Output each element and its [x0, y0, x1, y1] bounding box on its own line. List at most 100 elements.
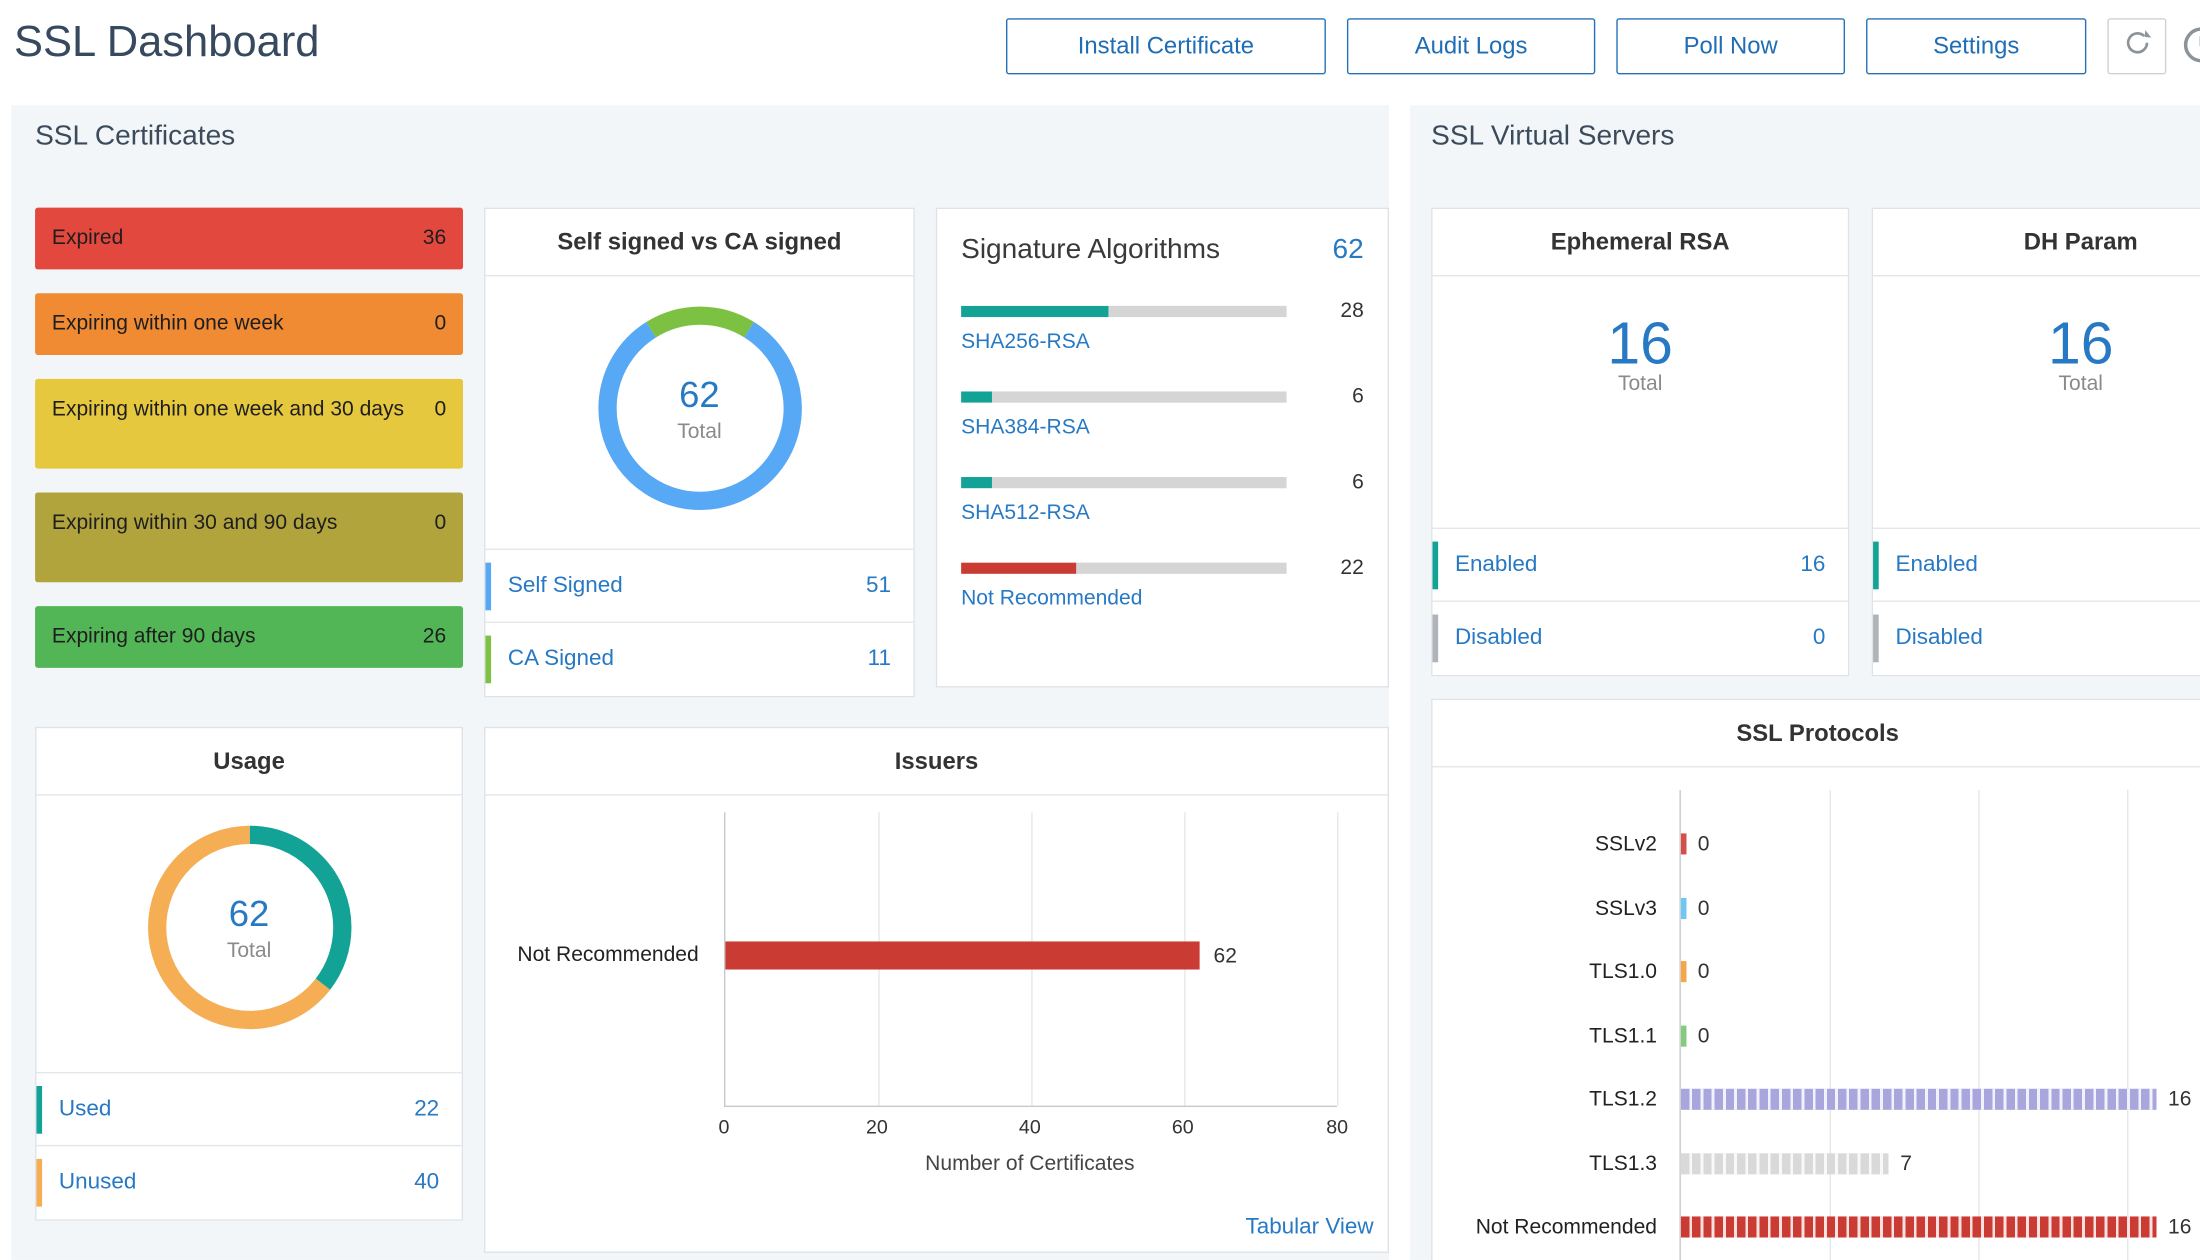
legend-value: 16 — [1800, 552, 1825, 577]
bar-value: 0 — [1698, 960, 1710, 984]
legend-row-ca-signed[interactable]: CA Signed 11 — [485, 622, 913, 696]
expiry-value: 0 — [434, 309, 446, 338]
donut-center: 62 Total — [587, 296, 811, 520]
legend-row-used[interactable]: Used 22 — [36, 1072, 461, 1145]
expiry-label: Expired — [52, 223, 412, 252]
ssl-certificates-section-title: SSL Certificates — [35, 121, 235, 153]
bar-value: 0 — [1698, 1024, 1710, 1048]
gridline — [1337, 812, 1338, 1105]
protocol-row: 16 — [1681, 1068, 2200, 1132]
bar-fill — [961, 305, 1108, 316]
dh-param-legend: Enabled Disabled — [1873, 528, 2200, 675]
ssl-dashboard-page: SSL Dashboard Install Certificate Audit … — [0, 0, 2200, 1260]
total-count: 16 — [1433, 313, 1848, 375]
ssl-protocols-card: SSL Protocols SSLv2 SSLv3 TLS1.0 TLS1.1 … — [1431, 699, 2200, 1260]
bar-value: 6 — [1287, 470, 1364, 494]
legend-value: 22 — [414, 1096, 439, 1121]
sig-row-sha256: 28 SHA256-RSA — [961, 299, 1364, 355]
bar-fill — [961, 476, 992, 487]
sig-algo-link[interactable]: Not Recommended — [961, 586, 1142, 610]
x-tick: 40 — [1019, 1115, 1041, 1137]
legend-row-disabled[interactable]: Disabled 0 — [1433, 601, 1848, 675]
x-axis-label: Number of Certificates — [925, 1152, 1134, 1176]
legend-label: Used — [59, 1096, 111, 1121]
protocol-row: 7 — [1681, 1132, 2200, 1196]
protocol-bar — [1681, 961, 1687, 982]
signature-algorithms-header: Signature Algorithms 62 — [961, 234, 1364, 266]
sig-row-sha512: 6 SHA512-RSA — [961, 470, 1364, 526]
expiry-value: 26 — [423, 622, 446, 651]
bar-value: 6 — [1287, 384, 1364, 408]
total-count: 62 — [1333, 234, 1364, 266]
total-label: Total — [677, 420, 721, 444]
total-label: Total — [1873, 372, 2200, 396]
sig-algo-link[interactable]: SHA512-RSA — [961, 501, 1090, 525]
bar-fill — [961, 391, 992, 402]
protocol-row: 0 — [1681, 876, 2200, 940]
legend-row-enabled[interactable]: Enabled 16 — [1433, 528, 1848, 601]
self-signed-vs-ca-card: Self signed vs CA signed 62 Total Self S… — [484, 208, 915, 698]
legend-label: Disabled — [1455, 626, 1542, 651]
clock-icon — [2180, 23, 2200, 72]
clock-button[interactable] — [2180, 22, 2200, 73]
expiry-label: Expiring within 30 and 90 days — [52, 508, 423, 537]
poll-now-button[interactable]: Poll Now — [1616, 18, 1845, 74]
expiry-value: 36 — [423, 223, 446, 252]
bar-value: 62 — [1213, 944, 1236, 968]
refresh-button[interactable] — [2107, 18, 2166, 74]
bar-value: 0 — [1698, 896, 1710, 920]
self-signed-donut-chart: 62 Total — [587, 296, 811, 520]
expiry-label: Expiring within one week — [52, 309, 423, 338]
page-title: SSL Dashboard — [14, 17, 319, 68]
sig-row-sha384: 6 SHA384-RSA — [961, 384, 1364, 440]
expiry-label: Expiring within one week and 30 days — [52, 394, 423, 423]
protocol-bar — [1681, 898, 1687, 919]
bar-value: 0 — [1698, 832, 1710, 856]
tabular-view-link[interactable]: Tabular View — [1245, 1215, 1373, 1240]
legend-row-self-signed[interactable]: Self Signed 51 — [485, 549, 913, 622]
bar-value: 16 — [2168, 1088, 2191, 1112]
expiry-row-week-to-30[interactable]: Expiring within one week and 30 days 0 — [35, 379, 463, 469]
legend-row-unused[interactable]: Unused 40 — [36, 1145, 461, 1219]
install-certificate-button[interactable]: Install Certificate — [1006, 18, 1326, 74]
legend-value: 51 — [866, 573, 891, 598]
expiry-row-30-to-90[interactable]: Expiring within 30 and 90 days 0 — [35, 492, 463, 582]
audit-logs-button[interactable]: Audit Logs — [1347, 18, 1595, 74]
sig-algo-link[interactable]: SHA384-RSA — [961, 415, 1090, 439]
legend-row-enabled[interactable]: Enabled — [1873, 528, 2200, 601]
expiry-row-expired[interactable]: Expired 36 — [35, 208, 463, 270]
usage-legend: Used 22 Unused 40 — [36, 1072, 461, 1219]
protocol-bar — [1681, 834, 1687, 855]
screenshot-viewport: SSL Dashboard Install Certificate Audit … — [0, 0, 2200, 1260]
ssl-virtual-servers-section-title: SSL Virtual Servers — [1431, 121, 1674, 153]
legend-value: 40 — [414, 1170, 439, 1195]
legend-accent — [36, 1159, 42, 1207]
total-count: 62 — [679, 373, 720, 416]
card-title: Signature Algorithms — [961, 234, 1332, 266]
legend-label: Disabled — [1896, 626, 1983, 651]
issuers-card: Issuers Not Recommended 62 0 20 40 60 80… — [484, 727, 1389, 1253]
sig-algo-link[interactable]: SHA256-RSA — [961, 330, 1090, 354]
settings-button[interactable]: Settings — [1866, 18, 2086, 74]
expiry-row-after-90[interactable]: Expiring after 90 days 26 — [35, 606, 463, 668]
issuers-bar — [725, 941, 1199, 969]
expiry-label: Expiring after 90 days — [52, 622, 412, 651]
x-tick: 60 — [1172, 1115, 1194, 1137]
ephemeral-rsa-legend: Enabled 16 Disabled 0 — [1433, 528, 1848, 675]
x-tick: 20 — [866, 1115, 888, 1137]
legend-label: Self Signed — [508, 573, 623, 598]
x-tick: 80 — [1326, 1115, 1348, 1137]
protocol-row: 0 — [1681, 812, 2200, 876]
legend-label: Enabled — [1896, 552, 1978, 577]
bar-value: 7 — [1900, 1152, 1912, 1176]
card-title: DH Param — [1873, 209, 2200, 276]
protocol-bar — [1681, 1153, 1889, 1174]
legend-row-disabled[interactable]: Disabled — [1873, 601, 2200, 675]
expiry-row-one-week[interactable]: Expiring within one week 0 — [35, 293, 463, 355]
bar-track — [961, 391, 1287, 402]
dh-param-card: DH Param 16 Total Enabled Disabled — [1872, 208, 2200, 677]
bar-track — [961, 476, 1287, 487]
legend-accent — [36, 1085, 42, 1133]
legend-accent — [1873, 541, 1879, 589]
signature-algorithms-card: Signature Algorithms 62 28 SHA256-RSA 6 … — [936, 208, 1389, 688]
